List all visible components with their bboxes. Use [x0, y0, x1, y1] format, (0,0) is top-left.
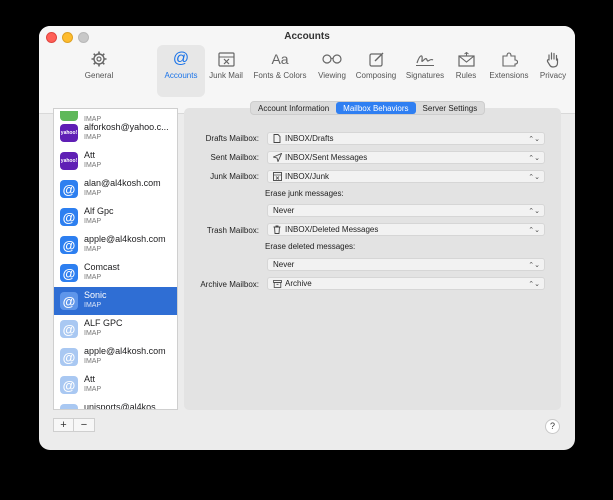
chevron-updown-icon: ⌃⌄ — [528, 208, 540, 215]
list-item[interactable]: @ apple@al4kosh.com IMAP — [54, 231, 177, 259]
trash-label: Trash Mailbox: — [206, 226, 259, 235]
window-title: Accounts — [284, 31, 330, 42]
chevron-updown-icon: ⌃⌄ — [528, 262, 540, 269]
at-icon: @ — [60, 376, 78, 394]
at-icon: @ — [60, 348, 78, 366]
font-icon: Aa — [271, 51, 289, 67]
chevron-updown-icon: ⌃⌄ — [528, 136, 540, 143]
at-icon: @ — [60, 236, 78, 254]
drafts-label: Drafts Mailbox: — [205, 134, 259, 143]
junk-label: Junk Mailbox: — [210, 172, 259, 181]
glasses-icon — [322, 50, 342, 68]
chevron-updown-icon: ⌃⌄ — [528, 155, 540, 162]
toolbar-composing[interactable]: Composing — [353, 50, 399, 80]
list-item[interactable]: @ unisports@al4kos... — [54, 399, 177, 409]
drafts-mailbox-select[interactable]: INBOX/Drafts ⌃⌄ — [267, 132, 545, 145]
at-icon: @ — [60, 208, 78, 226]
list-item-selected[interactable]: @ Sonic IMAP — [54, 287, 177, 315]
at-icon: @ — [60, 180, 78, 198]
tab-mailbox-behaviors[interactable]: Mailbox Behaviors — [336, 102, 416, 114]
list-item[interactable]: @ apple@al4kosh.com IMAP — [54, 343, 177, 371]
junk-tray-icon — [216, 50, 236, 68]
sent-label: Sent Mailbox: — [210, 153, 259, 162]
tab-server-settings[interactable]: Server Settings — [416, 102, 485, 114]
archive-label: Archive Mailbox: — [200, 280, 259, 289]
toolbar-fonts-colors[interactable]: Aa Fonts & Colors — [254, 50, 307, 80]
document-icon — [273, 134, 284, 143]
paper-plane-icon — [273, 153, 284, 162]
at-icon: @ — [60, 404, 78, 409]
toolbar-junk-mail[interactable]: Junk Mail — [203, 50, 249, 80]
archive-mailbox-select[interactable]: Archive ⌃⌄ — [267, 277, 545, 290]
at-icon: @ — [60, 264, 78, 282]
toolbar-signatures[interactable]: Signatures — [402, 50, 448, 80]
sent-mailbox-select[interactable]: INBOX/Sent Messages ⌃⌄ — [267, 151, 545, 164]
compose-icon — [366, 50, 386, 68]
account-tabs: Account Information Mailbox Behaviors Se… — [250, 101, 486, 115]
list-item[interactable]: @ ALF GPC IMAP — [54, 315, 177, 343]
at-icon: @ — [60, 292, 78, 310]
chevron-updown-icon: ⌃⌄ — [528, 227, 540, 234]
toolbar-extensions[interactable]: Extensions — [486, 50, 532, 80]
erase-junk-select[interactable]: Never ⌃⌄ — [267, 204, 545, 217]
erase-deleted-label: Erase deleted messages: — [265, 242, 356, 251]
erase-junk-label: Erase junk messages: — [265, 189, 344, 198]
toolbar-privacy[interactable]: Privacy — [530, 50, 575, 80]
trash-mailbox-select[interactable]: INBOX/Deleted Messages ⌃⌄ — [267, 223, 545, 236]
help-button[interactable]: ? — [545, 419, 560, 434]
trash-icon — [273, 225, 284, 234]
erase-deleted-select[interactable]: Never ⌃⌄ — [267, 258, 545, 271]
puzzle-icon — [499, 50, 519, 68]
toolbar-accounts[interactable]: @ Accounts — [158, 50, 204, 80]
account-add-remove: + − — [53, 418, 95, 432]
hand-icon — [543, 50, 563, 68]
archive-box-icon — [273, 279, 284, 288]
junk-mailbox-select[interactable]: INBOX/Junk ⌃⌄ — [267, 170, 545, 183]
rules-envelope-icon — [456, 50, 476, 68]
add-account-button[interactable]: + — [54, 419, 74, 431]
tab-account-information[interactable]: Account Information — [251, 102, 336, 114]
yahoo-icon: yahoo! — [60, 124, 78, 142]
at-icon: @ — [172, 50, 190, 67]
signature-icon — [415, 50, 435, 68]
list-item[interactable]: @ Att IMAP — [54, 371, 177, 399]
junk-box-icon — [273, 172, 284, 181]
remove-account-button[interactable]: − — [74, 419, 94, 431]
chevron-updown-icon: ⌃⌄ — [528, 174, 540, 181]
at-icon: @ — [60, 320, 78, 338]
yahoo-icon: yahoo! — [60, 152, 78, 170]
chevron-updown-icon: ⌃⌄ — [528, 281, 540, 288]
toolbar-viewing[interactable]: Viewing — [309, 50, 355, 80]
gear-icon — [89, 50, 109, 68]
accounts-window: Accounts General @ Accounts Junk Mail Aa… — [39, 26, 575, 450]
toolbar-general[interactable]: General — [76, 50, 122, 80]
toolbar-rules[interactable]: Rules — [443, 50, 489, 80]
